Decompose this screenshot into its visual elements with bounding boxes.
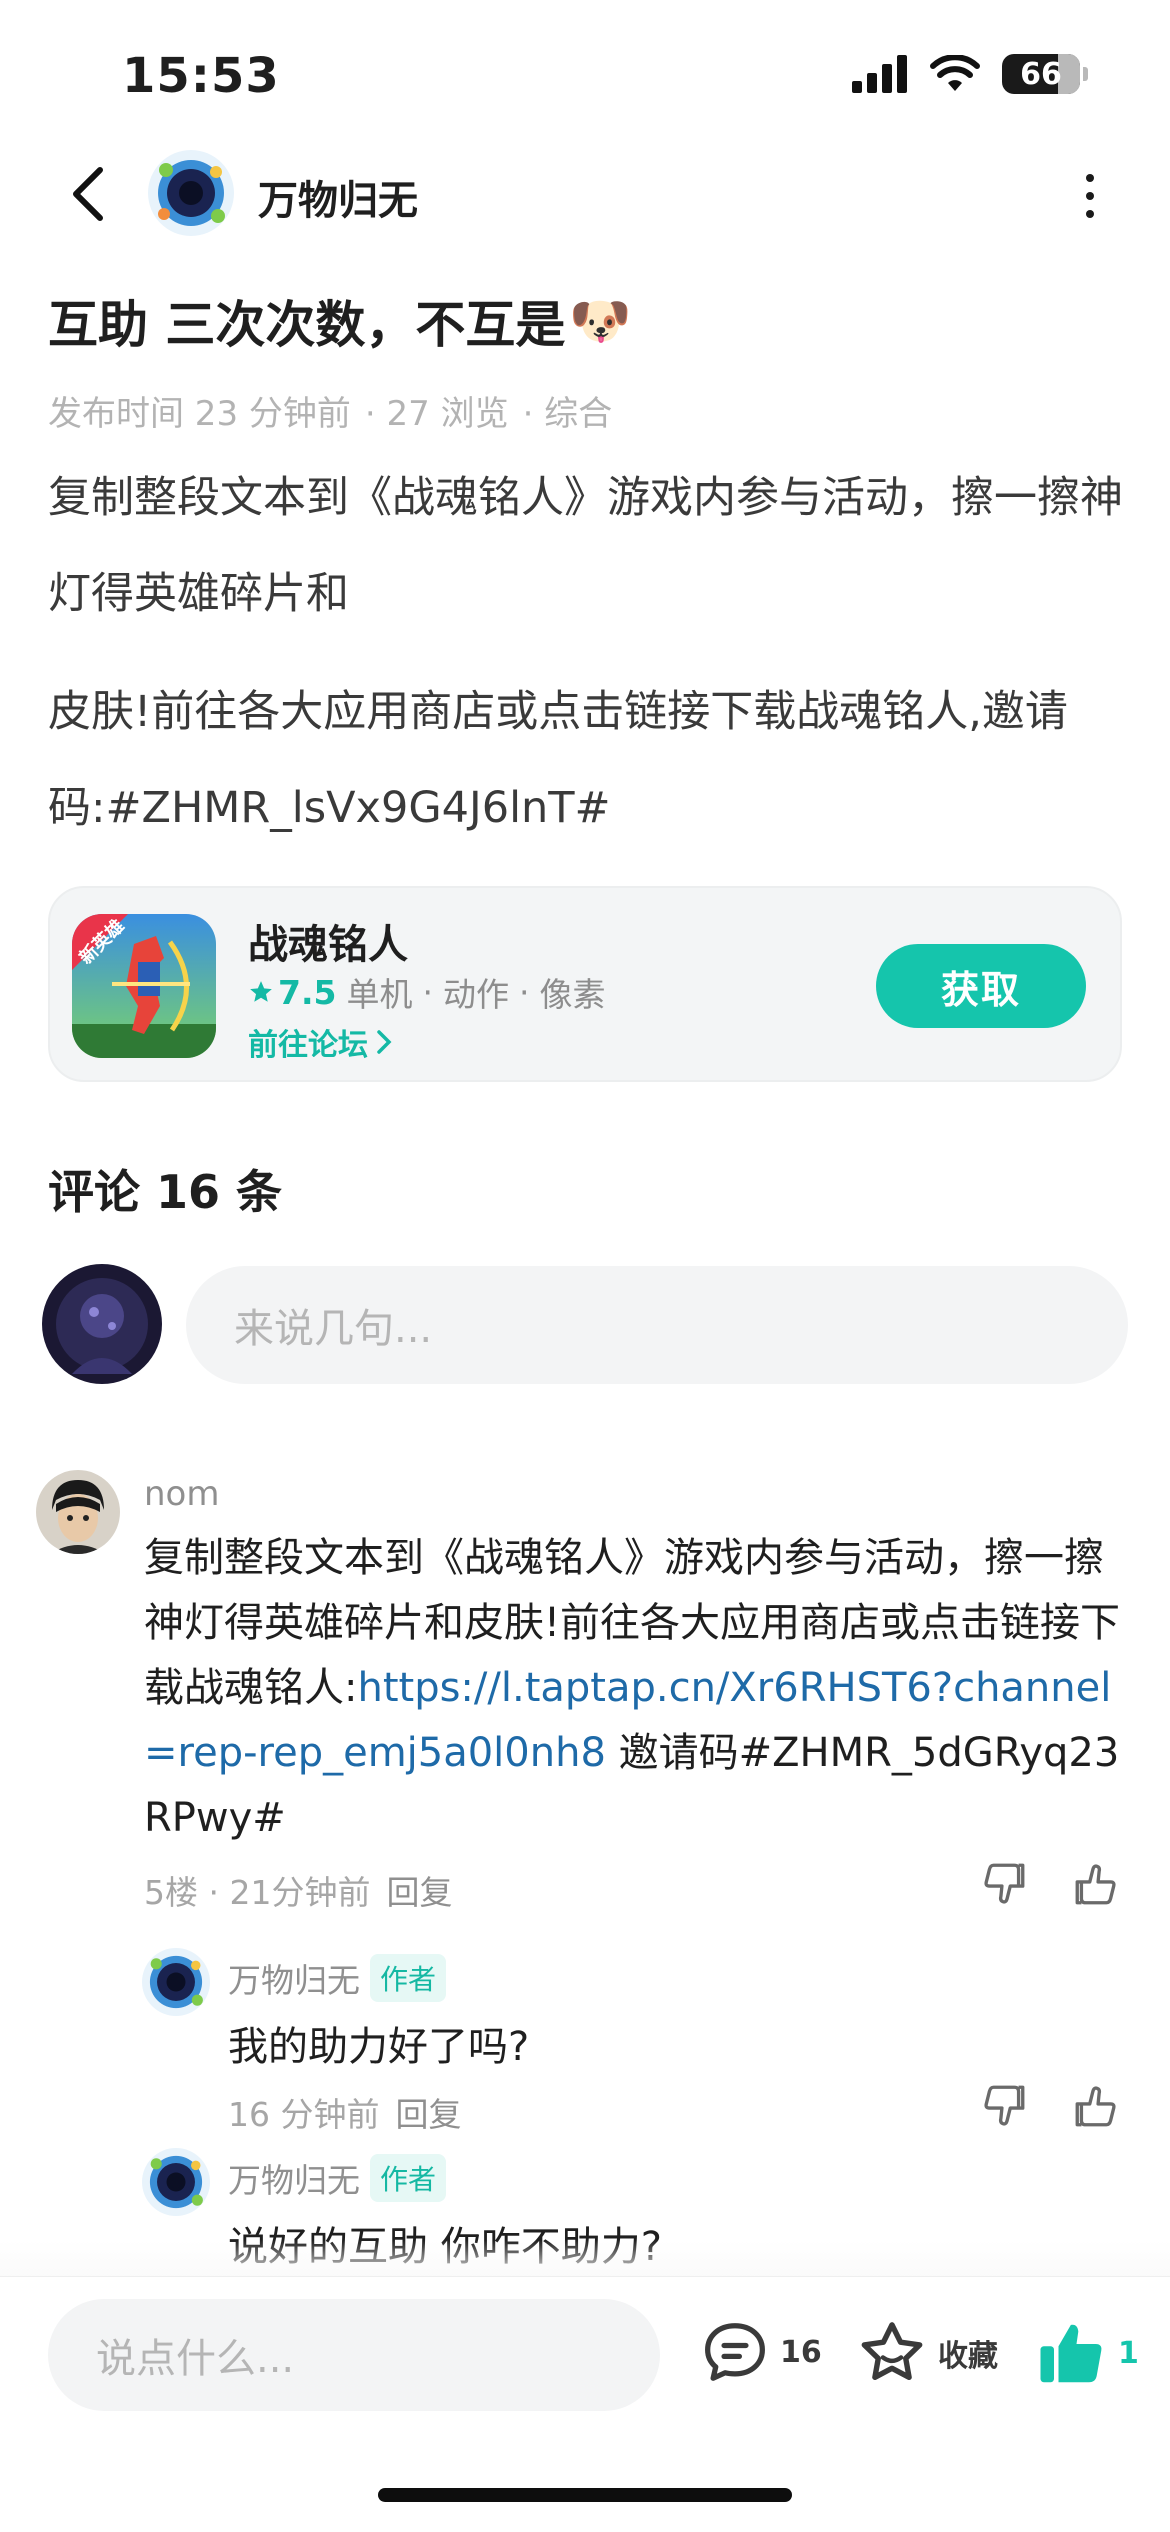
like-button[interactable] xyxy=(1066,2076,1126,2136)
comment-floor-time: 5楼 · 21分钟前 xyxy=(144,1873,371,1912)
star-outline-icon xyxy=(861,2322,923,2380)
reply-time: 16 分钟前 xyxy=(228,2095,380,2134)
back-arrow-icon xyxy=(73,167,103,221)
battery-icon: 66 xyxy=(1002,54,1088,94)
favorite-button[interactable]: 收藏 xyxy=(856,2317,998,2389)
star-icon xyxy=(250,981,272,1002)
post-meta: 发布时间 23 分钟前 · 27 浏览 · 综合 xyxy=(48,386,612,435)
thumbs-up-filled-icon xyxy=(1040,2324,1102,2383)
app-tag: 动作 xyxy=(442,975,509,1014)
dislike-button[interactable] xyxy=(974,1854,1034,1914)
comment-count-button[interactable]: 16 xyxy=(700,2317,822,2387)
dog-emoji-icon: 🐶 xyxy=(569,291,632,350)
like-button[interactable] xyxy=(1066,1854,1126,1914)
replier-avatar-image xyxy=(142,2148,210,2216)
tag-separator: · xyxy=(422,972,433,1012)
post-title: 互助 三次次数，不互是 🐶 xyxy=(48,285,632,357)
reply-meta: 16 分钟前 回复 xyxy=(228,2088,461,2136)
battery-level: 66 xyxy=(1020,56,1062,92)
app-rating-value: 7.5 xyxy=(278,972,337,1012)
reply-button[interactable]: 回复 xyxy=(386,1866,452,1914)
app-card[interactable]: 新英雄 战魂铭人 7.5 单机 · 动作 · 像素 前往论坛 获取 xyxy=(48,886,1122,1082)
chevron-right-icon xyxy=(377,1030,392,1054)
comment-bubble-icon xyxy=(705,2323,765,2381)
forum-link[interactable]: 前往论坛 xyxy=(248,1020,392,1064)
author-badge: 作者 xyxy=(370,2154,447,2202)
post-body: 复制整段文本到《战魂铭人》游戏内参与活动，擦一擦神灯得英雄碎片和 皮肤!前往各大… xyxy=(48,450,1128,856)
app-name[interactable]: 战魂铭人 xyxy=(248,912,408,970)
thumbs-down-icon xyxy=(984,2085,1025,2126)
bottom-comment-input[interactable]: 说点什么... xyxy=(48,2299,660,2411)
comments-title: 评论 16 条 xyxy=(48,1165,283,1219)
post-published-time: 发布时间 23 分钟前 xyxy=(48,394,351,434)
forum-link-label: 前往论坛 xyxy=(248,1028,368,1063)
comment-count: 16 xyxy=(780,2334,822,2370)
status-icons: 66 xyxy=(852,54,1088,94)
thumbs-up-icon xyxy=(1075,2086,1116,2127)
post-paragraph: 皮肤!前往各大应用商店或点击链接下载战魂铭人,邀请码:#ZHMR_lsVx9G4… xyxy=(48,687,1068,833)
home-indicator xyxy=(378,2488,792,2502)
commenter-avatar[interactable] xyxy=(36,1470,120,1554)
favorite-label: 收藏 xyxy=(938,2339,998,2374)
post-view-count: · 27 浏览 xyxy=(364,394,509,434)
commenter-avatar-image xyxy=(36,1470,120,1554)
get-app-button[interactable]: 获取 xyxy=(876,944,1086,1028)
reply-text: 我的助力好了吗? xyxy=(228,2024,530,2070)
post-title-text: 互助 三次次数，不互是 xyxy=(48,296,566,354)
replier-avatar-image xyxy=(142,1948,210,2016)
author-avatar-image xyxy=(148,150,234,236)
more-options-button[interactable] xyxy=(1070,166,1110,226)
app-tag: 像素 xyxy=(539,975,606,1014)
wifi-icon xyxy=(930,55,980,91)
status-bar: 15:53 66 xyxy=(0,0,1170,150)
replier-name-row: 万物归无 作者 xyxy=(228,2154,447,2202)
replier-name[interactable]: 万物归无 xyxy=(228,1954,360,2002)
app-tag: 单机 xyxy=(346,975,413,1014)
comment-input[interactable]: 来说几句... xyxy=(186,1266,1128,1384)
my-avatar[interactable] xyxy=(42,1264,162,1384)
dislike-button[interactable] xyxy=(974,2076,1034,2136)
post-category[interactable]: · 综合 xyxy=(523,386,613,435)
comment-meta: 5楼 · 21分钟前 回复 xyxy=(144,1866,452,1914)
post-like-button[interactable]: 1 xyxy=(1036,2317,1139,2389)
app-meta: 7.5 单机 · 动作 · 像素 xyxy=(248,968,605,1016)
post-paragraph: 复制整段文本到《战魂铭人》游戏内参与活动，擦一擦神灯得英雄碎片和 xyxy=(48,473,1123,619)
app-rating: 7.5 xyxy=(248,973,336,1012)
commenter-name[interactable]: nom xyxy=(144,1474,219,1514)
replier-name-row: 万物归无 作者 xyxy=(228,1954,447,2002)
tag-separator: · xyxy=(518,972,530,1012)
author-name[interactable]: 万物归无 xyxy=(258,168,418,226)
thumbs-down-icon xyxy=(984,1863,1025,1904)
author-badge: 作者 xyxy=(370,1954,447,2002)
replier-avatar[interactable] xyxy=(142,2148,210,2216)
comment-text: 复制整段文本到《战魂铭人》游戏内参与活动，擦一擦神灯得英雄碎片和皮肤!前往各大应… xyxy=(144,1526,1130,1851)
replier-avatar[interactable] xyxy=(142,1948,210,2016)
replier-name[interactable]: 万物归无 xyxy=(228,2154,360,2202)
my-avatar-image xyxy=(42,1264,162,1384)
author-avatar[interactable] xyxy=(148,150,234,236)
thumbs-up-icon xyxy=(1075,1864,1116,1905)
cellular-signal-icon xyxy=(852,55,907,93)
post-like-count: 1 xyxy=(1118,2335,1139,2371)
app-icon[interactable]: 新英雄 xyxy=(72,914,216,1058)
top-nav: 万物归无 xyxy=(0,140,1170,250)
bottom-fade xyxy=(0,2240,1170,2280)
back-button[interactable] xyxy=(58,162,118,226)
status-time: 15:53 xyxy=(122,48,280,104)
reply-button[interactable]: 回复 xyxy=(395,2088,461,2136)
